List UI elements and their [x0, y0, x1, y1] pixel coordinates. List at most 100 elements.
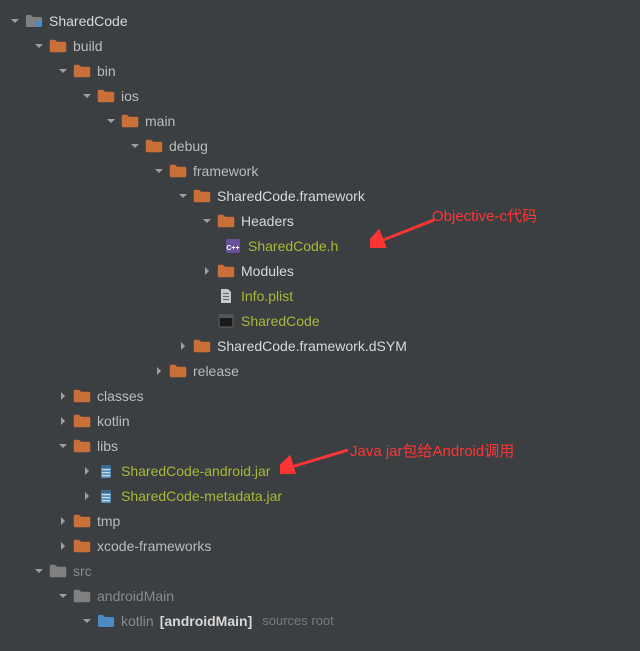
folder-orange-icon	[217, 213, 235, 229]
chevron-down-icon[interactable]	[104, 114, 118, 128]
tree-row[interactable]: framework	[0, 158, 640, 183]
tree-row[interactable]: tmp	[0, 508, 640, 533]
tree-row[interactable]: kotlin [androidMain] sources root	[0, 608, 640, 633]
folder-gray-icon	[73, 588, 91, 604]
chevron-right-icon[interactable]	[80, 464, 94, 478]
chevron-down-icon[interactable]	[200, 214, 214, 228]
tree-item-label: Headers	[241, 213, 294, 229]
tree-item-hint: sources root	[262, 613, 334, 628]
tree-row[interactable]: C++ SharedCode.h	[0, 233, 640, 258]
tree-item-label: classes	[97, 388, 144, 404]
tree-row[interactable]: xcode-frameworks	[0, 533, 640, 558]
chevron-down-icon[interactable]	[128, 139, 142, 153]
tree-row[interactable]: libs	[0, 433, 640, 458]
tree-item-label: SharedCode	[49, 13, 128, 29]
tree-item-label: SharedCode-android.jar	[121, 463, 270, 479]
tree-row[interactable]: SharedCode	[0, 8, 640, 33]
folder-orange-icon	[73, 438, 91, 454]
folder-orange-icon	[73, 513, 91, 529]
tree-row[interactable]: androidMain	[0, 583, 640, 608]
tree-row[interactable]: main	[0, 108, 640, 133]
tree-row[interactable]: SharedCode-android.jar	[0, 458, 640, 483]
arrow-placeholder	[200, 289, 214, 303]
tree-item-label: libs	[97, 438, 118, 454]
folder-orange-icon	[73, 538, 91, 554]
tree-row[interactable]: build	[0, 33, 640, 58]
tree-row[interactable]: SharedCode-metadata.jar	[0, 483, 640, 508]
chevron-down-icon[interactable]	[32, 564, 46, 578]
tree-item-label: tmp	[97, 513, 120, 529]
folder-orange-icon	[121, 113, 139, 129]
arrow-placeholder	[200, 314, 214, 328]
tree-row[interactable]: classes	[0, 383, 640, 408]
tree-item-label: xcode-frameworks	[97, 538, 211, 554]
tree-item-label: ios	[121, 88, 139, 104]
tree-item-label: SharedCode.framework	[217, 188, 365, 204]
exec-icon	[217, 313, 235, 329]
tree-item-label: SharedCode.h	[248, 238, 338, 254]
chevron-right-icon[interactable]	[80, 489, 94, 503]
tree-item-label: SharedCode-metadata.jar	[121, 488, 282, 504]
tree-row[interactable]: bin	[0, 58, 640, 83]
folder-orange-icon	[145, 138, 163, 154]
tree-row[interactable]: ios	[0, 83, 640, 108]
chevron-right-icon[interactable]	[152, 364, 166, 378]
chevron-down-icon[interactable]	[8, 14, 22, 28]
folder-orange-icon	[169, 163, 187, 179]
tree-row[interactable]: SharedCode.framework	[0, 183, 640, 208]
chevron-down-icon[interactable]	[56, 439, 70, 453]
folder-orange-icon	[97, 88, 115, 104]
folder-src-icon	[97, 613, 115, 629]
tree-item-suffix: [androidMain]	[160, 613, 253, 629]
cpp-icon: C++	[224, 238, 242, 254]
chevron-down-icon[interactable]	[56, 64, 70, 78]
tree-item-label: kotlin	[97, 413, 130, 429]
folder-orange-icon	[73, 63, 91, 79]
folder-orange-icon	[169, 363, 187, 379]
tree-item-label: Modules	[241, 263, 294, 279]
folder-orange-icon	[193, 338, 211, 354]
chevron-down-icon[interactable]	[152, 164, 166, 178]
jar-icon	[97, 463, 115, 479]
tree-item-label: SharedCode	[241, 313, 320, 329]
tree-item-label: bin	[97, 63, 116, 79]
folder-module-icon	[25, 13, 43, 29]
chevron-right-icon[interactable]	[56, 514, 70, 528]
chevron-right-icon[interactable]	[56, 414, 70, 428]
tree-row[interactable]: Modules	[0, 258, 640, 283]
tree-row[interactable]: SharedCode.framework.dSYM	[0, 333, 640, 358]
chevron-right-icon[interactable]	[56, 539, 70, 553]
tree-item-label: build	[73, 38, 103, 54]
tree-row[interactable]: debug	[0, 133, 640, 158]
folder-orange-icon	[73, 413, 91, 429]
chevron-down-icon[interactable]	[80, 89, 94, 103]
tree-row[interactable]: src	[0, 558, 640, 583]
chevron-down-icon[interactable]	[56, 589, 70, 603]
folder-gray-icon	[49, 563, 67, 579]
chevron-down-icon[interactable]	[80, 614, 94, 628]
folder-orange-icon	[49, 38, 67, 54]
folder-orange-icon	[193, 188, 211, 204]
tree-item-label: SharedCode.framework.dSYM	[217, 338, 407, 354]
tree-item-label: main	[145, 113, 175, 129]
chevron-down-icon[interactable]	[176, 189, 190, 203]
tree-item-label: src	[73, 563, 92, 579]
tree-item-label: framework	[193, 163, 258, 179]
plist-icon	[217, 288, 235, 304]
tree-row[interactable]: SharedCode	[0, 308, 640, 333]
folder-orange-icon	[217, 263, 235, 279]
svg-text:C++: C++	[226, 245, 239, 252]
chevron-right-icon[interactable]	[176, 339, 190, 353]
tree-row[interactable]: release	[0, 358, 640, 383]
chevron-right-icon[interactable]	[56, 389, 70, 403]
project-tree[interactable]: SharedCode build biniosmain debug framework S…	[0, 8, 640, 633]
tree-row[interactable]: Headers	[0, 208, 640, 233]
tree-row[interactable]: kotlin	[0, 408, 640, 433]
chevron-down-icon[interactable]	[32, 39, 46, 53]
jar-icon	[97, 488, 115, 504]
chevron-right-icon[interactable]	[200, 264, 214, 278]
tree-row[interactable]: Info.plist	[0, 283, 640, 308]
tree-item-label: debug	[169, 138, 208, 154]
tree-item-label: Info.plist	[241, 288, 293, 304]
tree-item-label: kotlin	[121, 613, 154, 629]
